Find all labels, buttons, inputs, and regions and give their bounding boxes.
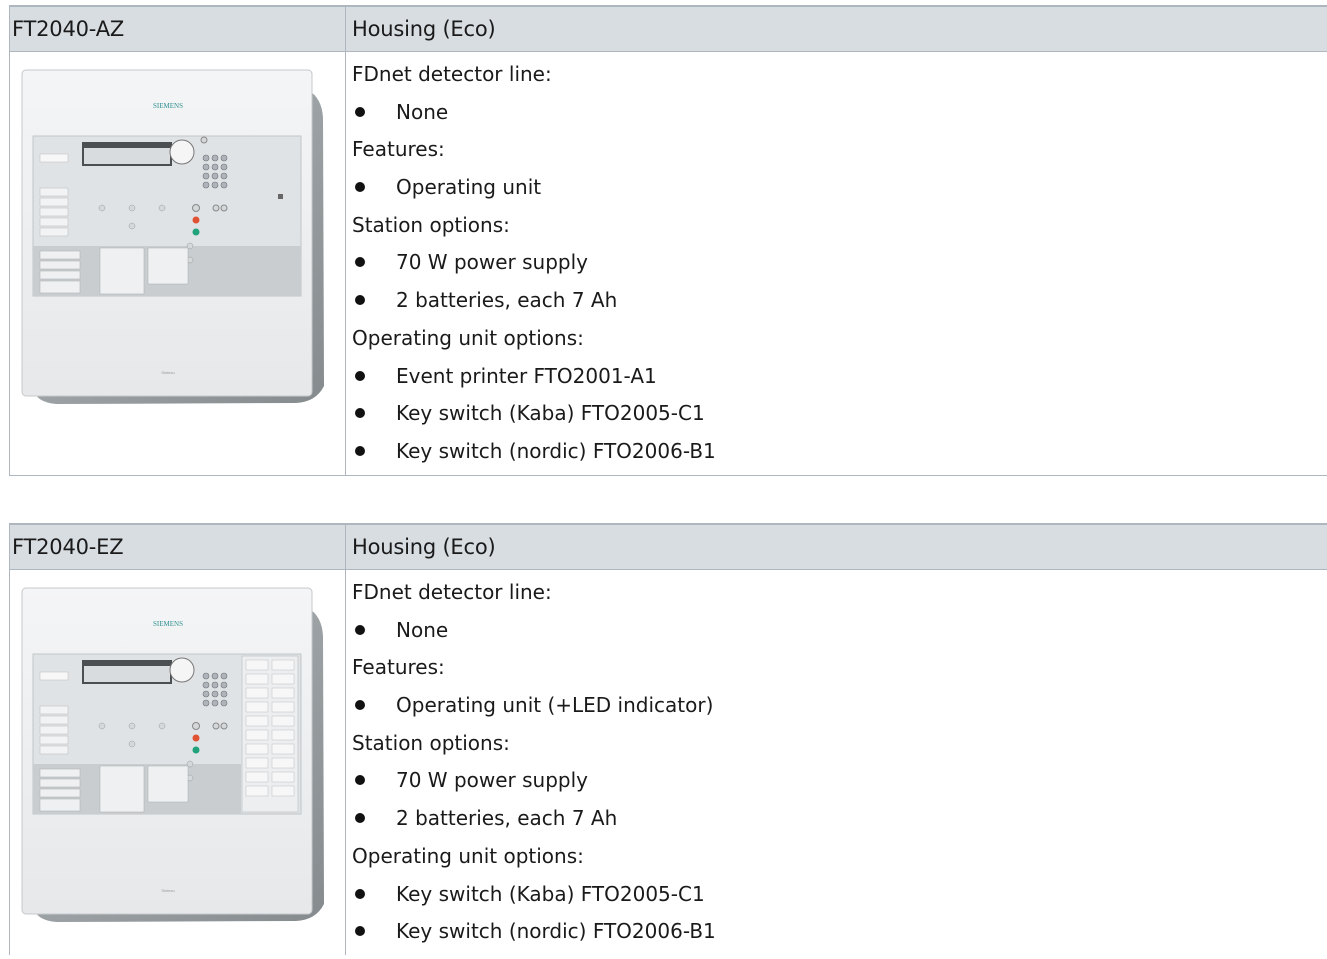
- bullet-icon: [355, 775, 365, 786]
- product-image-cell: SIEMENS Sinteso: [9, 51, 346, 476]
- bullet-icon: [355, 295, 365, 306]
- list-item: 2 batteries, each 7 Ah: [352, 282, 1327, 320]
- housing-cell: Housing (Eco): [345, 523, 1327, 570]
- bullet-icon: [355, 445, 365, 456]
- bullet-icon: [355, 700, 365, 711]
- panel-model-mark: Sinteso: [161, 888, 175, 893]
- list-item-text: Operating unit (+LED indicator): [396, 693, 714, 718]
- details-cell: FDnet detector line: None Features: Oper…: [345, 51, 1327, 476]
- bullet-icon: [355, 888, 365, 899]
- table-body-row: SIEMENS Sinteso FDnet detector line: Non…: [9, 51, 1327, 476]
- table-body-row: SIEMENS Sinteso FDnet detector line: Non…: [9, 569, 1327, 955]
- section-heading: FDnet detector line:: [352, 580, 552, 604]
- section-heading: Operating unit options:: [352, 843, 584, 868]
- section-heading: FDnet detector line:: [352, 62, 552, 86]
- list-item: Key switch (nordic) FTO2006-B1: [352, 433, 1327, 471]
- bullet-icon: [355, 257, 365, 268]
- product-table-2: FT2040-EZ Housing (Eco) SIEMENS Sinteso …: [9, 523, 1327, 955]
- list-item: None: [352, 94, 1327, 132]
- fire-panel-image: SIEMENS Sinteso: [21, 587, 324, 922]
- list-item-text: 70 W power supply: [396, 250, 588, 275]
- section-heading: Operating unit options:: [352, 325, 584, 350]
- list-item: Operating unit: [352, 169, 1327, 207]
- section-heading: Station options:: [352, 730, 510, 755]
- bullet-icon: [355, 106, 365, 117]
- list-item-text: Key switch (nordic) FTO2006-B1: [396, 438, 716, 463]
- bullet-icon: [355, 408, 365, 419]
- fire-panel-image: SIEMENS Sinteso: [21, 69, 324, 404]
- list-item-text: None: [396, 99, 449, 124]
- list-item: Event printer FTO2001-A1: [352, 358, 1327, 396]
- list-item: Key switch (Kaba) FTO2005-C1: [352, 395, 1327, 433]
- bullet-icon: [355, 813, 365, 824]
- bullet-icon: [355, 624, 365, 635]
- table-header-row: FT2040-EZ Housing (Eco): [9, 523, 1327, 570]
- list-item-text: 70 W power supply: [396, 768, 588, 793]
- list-item-text: Key switch (nordic) FTO2006-B1: [396, 919, 716, 944]
- list-item-text: None: [396, 617, 449, 642]
- bullet-icon: [355, 926, 365, 937]
- table-header-row: FT2040-AZ Housing (Eco): [9, 5, 1327, 52]
- list-item: Key switch (nordic) FTO2006-B1: [352, 913, 1327, 951]
- bullet-icon: [355, 182, 365, 193]
- list-item: None: [352, 612, 1327, 650]
- list-item: Operating unit (+LED indicator): [352, 687, 1327, 725]
- list-item-text: 2 batteries, each 7 Ah: [396, 806, 618, 831]
- model-name-cell: FT2040-AZ: [9, 5, 346, 52]
- details-cell: FDnet detector line: None Features: Oper…: [345, 569, 1327, 955]
- housing-cell: Housing (Eco): [345, 5, 1327, 52]
- product-image-cell: SIEMENS Sinteso: [9, 569, 346, 955]
- list-item-text: Key switch (Kaba) FTO2005-C1: [396, 881, 705, 906]
- product-table-1: FT2040-AZ Housing (Eco) SIEMENS Sinteso …: [9, 5, 1327, 476]
- list-item: 70 W power supply: [352, 762, 1327, 800]
- list-item: 2 batteries, each 7 Ah: [352, 800, 1327, 838]
- bullet-icon: [355, 370, 365, 381]
- model-name-cell: FT2040-EZ: [9, 523, 346, 570]
- brand-logo: SIEMENS: [153, 102, 183, 110]
- list-item-text: Key switch (Kaba) FTO2005-C1: [396, 401, 705, 426]
- list-item: Key switch (Kaba) FTO2005-C1: [352, 876, 1327, 914]
- list-item: 70 W power supply: [352, 244, 1327, 282]
- section-heading: Features:: [352, 137, 445, 162]
- section-heading: Station options:: [352, 212, 510, 237]
- list-item-text: Event printer FTO2001-A1: [396, 363, 657, 388]
- list-item-text: Operating unit: [396, 175, 542, 200]
- brand-logo: SIEMENS: [153, 620, 183, 628]
- panel-model-mark: Sinteso: [161, 370, 175, 375]
- list-item-text: 2 batteries, each 7 Ah: [396, 288, 618, 313]
- section-heading: Features:: [352, 655, 445, 680]
